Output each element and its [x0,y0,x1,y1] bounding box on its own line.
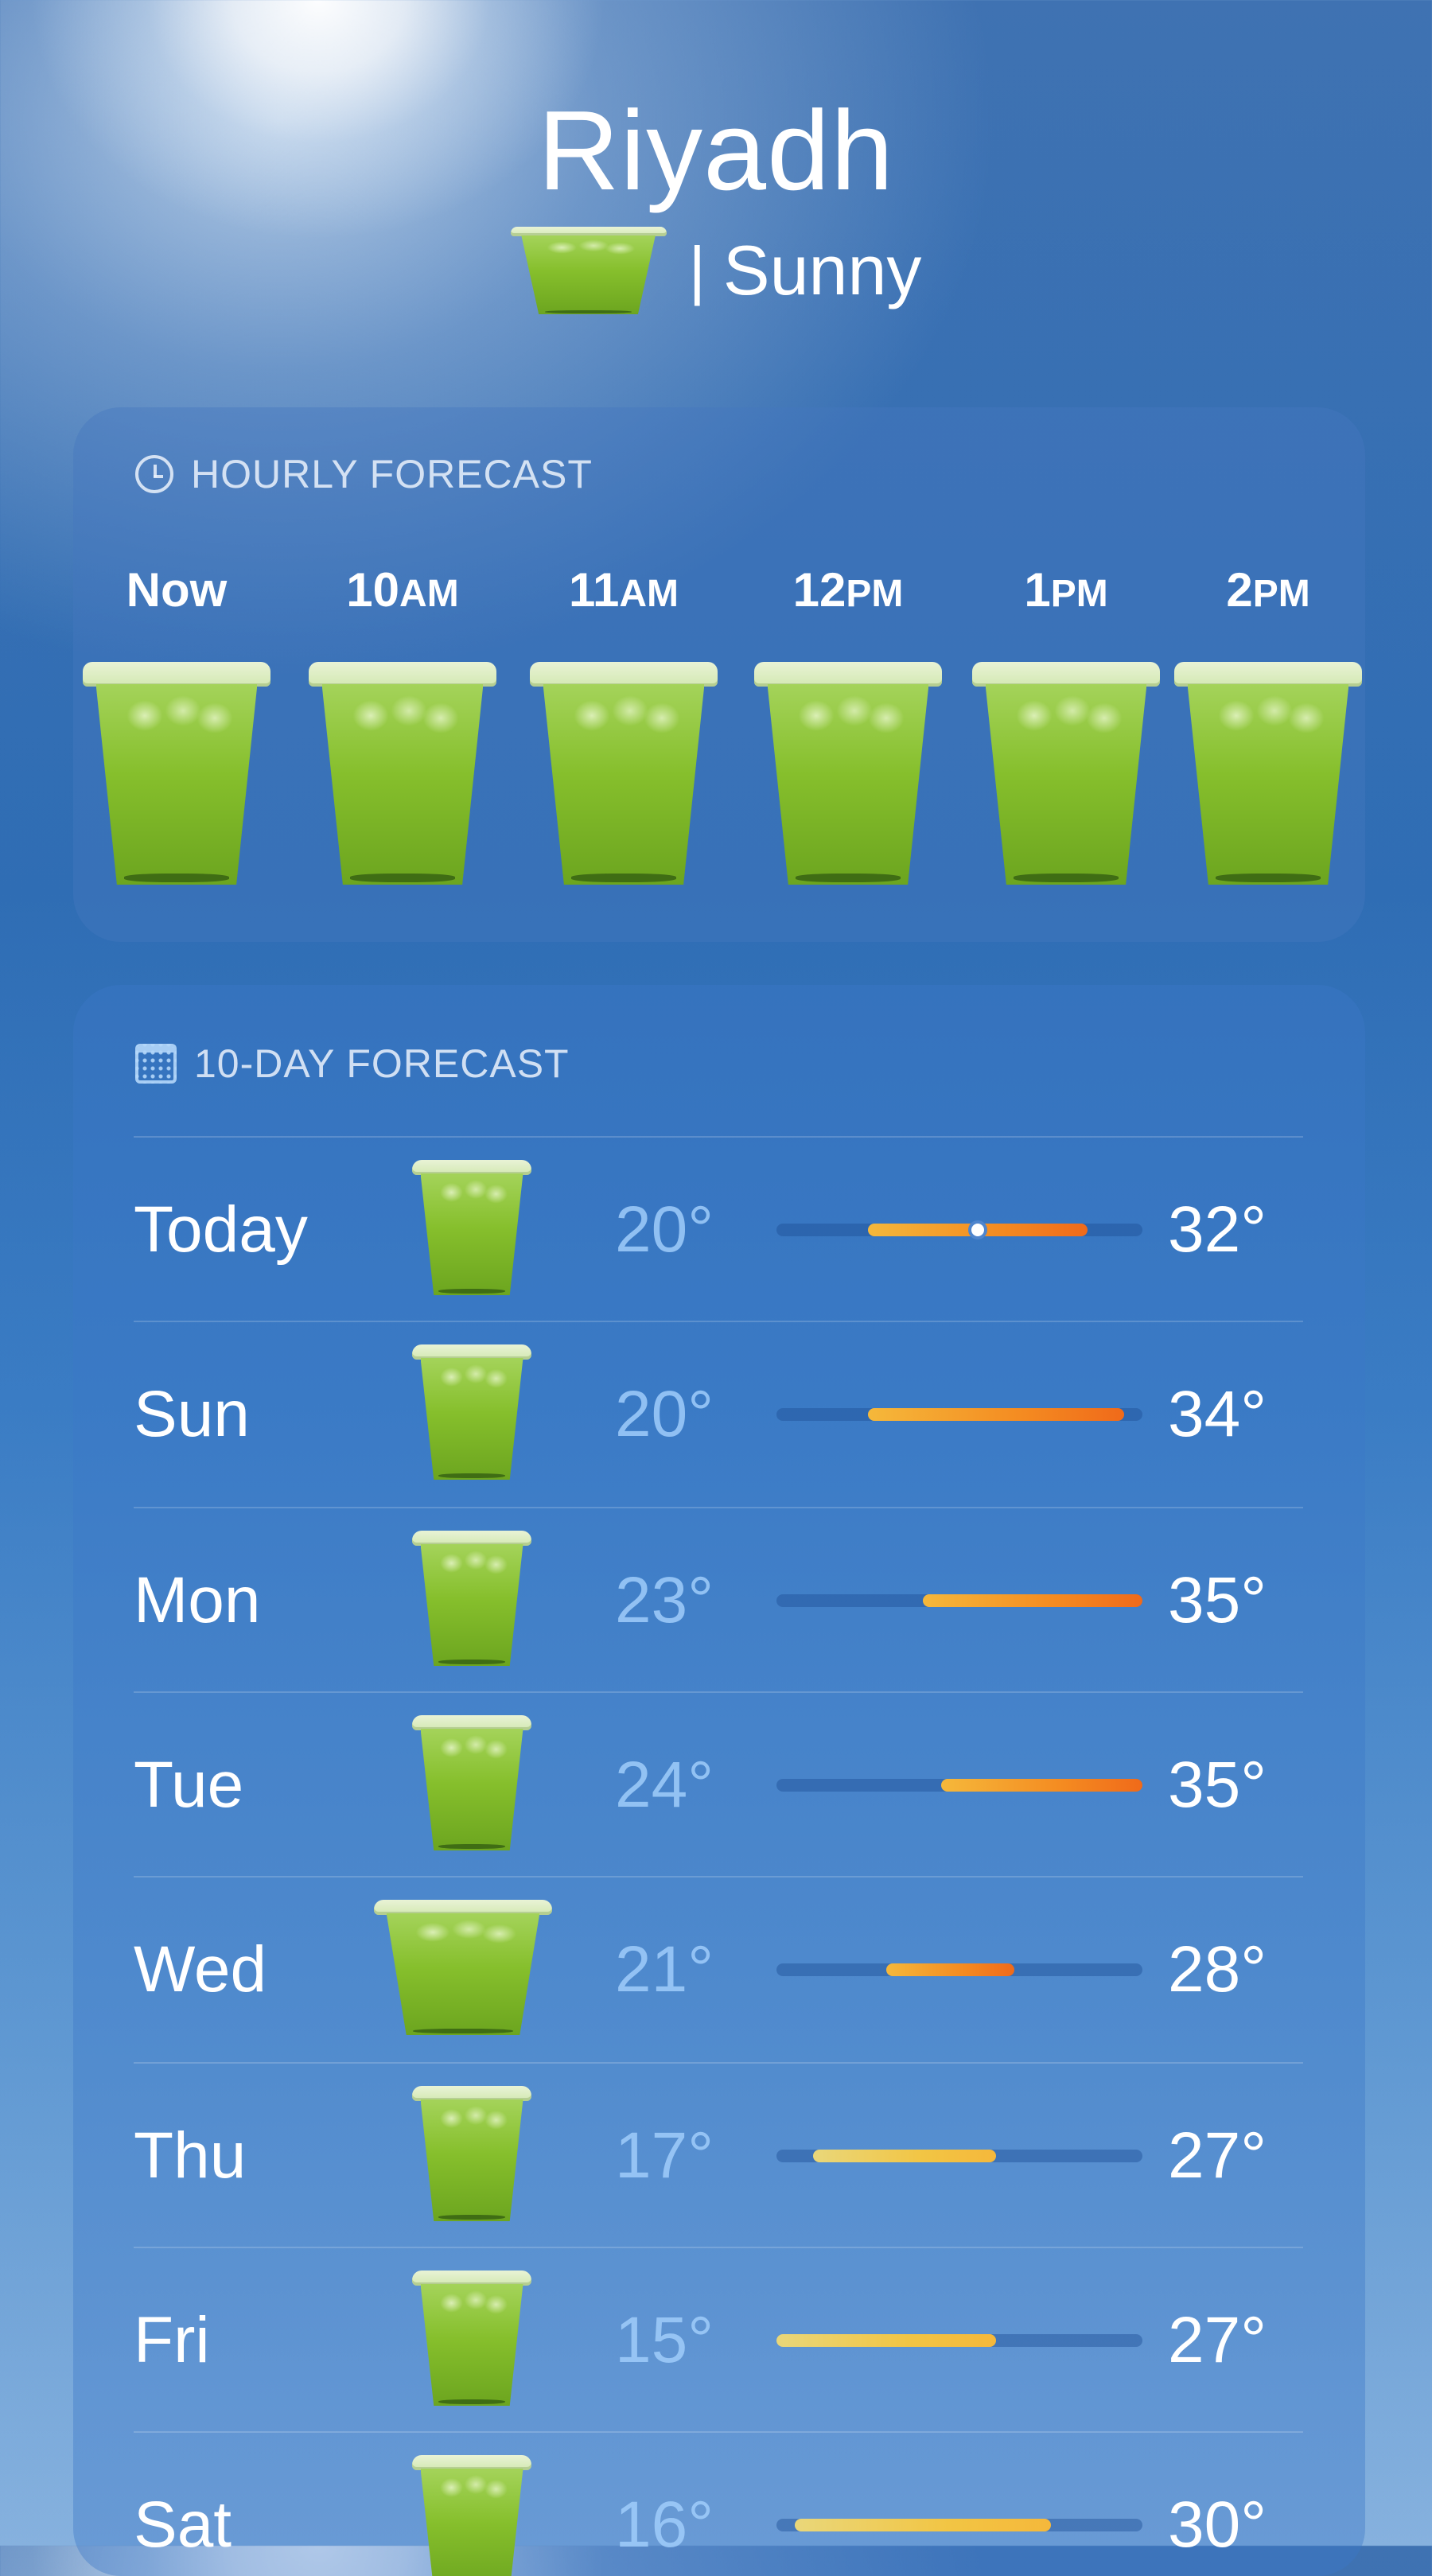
temperature-range-bar [776,2150,1142,2162]
high-temp: 35° [1168,1564,1267,1636]
condition-text: Sunny [722,231,922,309]
day-name: Mon [134,1564,261,1636]
location-header: Riyadh [0,88,1432,215]
calendar-icon [135,1044,177,1084]
high-temp: 32° [1168,1193,1267,1266]
matcha-cup-icon [412,2271,531,2406]
day-name: Sat [134,2488,232,2561]
low-temp: 20° [615,1378,714,1450]
temperature-range-bar [776,1779,1142,1792]
day-name: Wed [134,1933,267,2006]
day-name: Sun [134,1378,250,1450]
matcha-cup-icon [412,1531,531,1666]
hour-label: 12PM [792,563,904,617]
temperature-range-fill [868,1408,1124,1421]
hour-label: 2PM [1226,563,1310,617]
forecast-day-row[interactable]: Wed 21° 28° [134,1876,1303,2062]
high-temp: 30° [1168,2488,1267,2561]
temperature-range-bar [776,2519,1142,2531]
temperature-range-fill [886,1963,1014,1976]
hour-label: 10AM [346,563,459,617]
temperature-range-bar [776,1220,1142,1239]
hourly-forecast-title: HOURLY FORECAST [191,452,593,496]
forecast-day-row[interactable]: Sat 16° 30° [134,2431,1303,2576]
day-name: Fri [134,2304,210,2376]
matcha-cup-icon [530,662,718,885]
matcha-cup-icon [412,1160,531,1295]
day-name: Tue [134,1749,244,1821]
day-name: Thu [134,2119,247,2192]
temperature-range-bar [776,1408,1142,1421]
temperature-range-fill [813,2150,996,2162]
temperature-range-bar [776,1594,1142,1607]
hourly-item: 12PM [745,558,951,885]
hour-label: 11AM [568,563,679,617]
high-temp: 28° [1168,1933,1267,2006]
low-temp: 23° [615,1564,714,1636]
matcha-cup-icon [412,2086,531,2221]
condition-separator: | [688,234,706,306]
forecast-day-row[interactable]: Thu 17° 27° [134,2062,1303,2248]
weather-app: Riyadh | Sunny HOURLY FORECAST Now 10AM … [0,0,1432,2576]
condition-row: | Sunny [0,227,1432,314]
hourly-forecast-header: HOURLY FORECAST [135,451,593,497]
forecast-day-row[interactable]: Fri 15° 27° [134,2247,1303,2433]
matcha-cup-icon [1174,662,1362,885]
ten-day-forecast-title: 10-DAY FORECAST [194,1041,570,1086]
forecast-day-row[interactable]: Today 20° 32° [134,1136,1303,1322]
matcha-cup-icon [309,662,496,885]
matcha-cup-icon [754,662,942,885]
ten-day-forecast-card[interactable]: 10-DAY FORECAST Today 20° 32° Sun 20° 34… [73,985,1365,2576]
temperature-range-fill [795,2519,1051,2531]
low-temp: 24° [615,1749,714,1821]
city-name: Riyadh [537,88,895,214]
current-temp-dot [968,1220,987,1239]
hourly-item: 1PM [963,558,1169,885]
low-temp: 21° [615,1933,714,2006]
high-temp: 27° [1168,2119,1267,2192]
forecast-day-row[interactable]: Sun 20° 34° [134,1321,1303,1507]
matcha-cup-icon [412,1344,531,1480]
matcha-cup-icon [374,1900,552,2035]
hourly-item: Now [73,558,280,885]
hourly-forecast-card[interactable]: HOURLY FORECAST Now 10AM 11AM 12PM 1PM 2… [73,407,1365,942]
low-temp: 17° [615,2119,714,2192]
temperature-range-bar [776,1963,1142,1976]
hour-label: 1PM [1024,563,1108,617]
hourly-item: 11AM [520,558,727,885]
temperature-range-fill [776,2334,996,2347]
temperature-range-fill [941,1779,1142,1792]
matcha-cup-icon [412,1715,531,1850]
forecast-day-row[interactable]: Tue 24° 35° [134,1691,1303,1878]
hour-label: Now [126,563,228,617]
day-name: Today [134,1193,308,1266]
low-temp: 16° [615,2488,714,2561]
high-temp: 34° [1168,1378,1267,1450]
matcha-cup-icon [83,662,270,885]
high-temp: 27° [1168,2304,1267,2376]
forecast-day-row[interactable]: Mon 23° 35° [134,1507,1303,1693]
low-temp: 15° [615,2304,714,2376]
matcha-cup-icon [412,2455,531,2576]
ten-day-forecast-header: 10-DAY FORECAST [135,1041,570,1087]
matcha-cup-icon [510,227,667,314]
high-temp: 35° [1168,1749,1267,1821]
matcha-cup-icon [972,662,1160,885]
hourly-item: 2PM [1165,558,1365,885]
hourly-item: 10AM [299,558,506,885]
temperature-range-fill [923,1594,1142,1607]
low-temp: 20° [615,1193,714,1266]
clock-icon [135,455,173,493]
temperature-range-bar [776,2334,1142,2347]
